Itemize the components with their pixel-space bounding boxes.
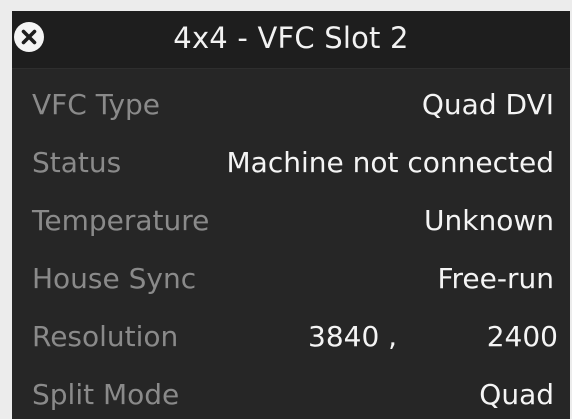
split-mode-label: Split Mode <box>32 378 180 411</box>
title-bar: 4x4 - VFC Slot 2 <box>12 11 570 69</box>
resolution-height-value: 2400 <box>486 320 558 353</box>
temperature-value: Unknown <box>424 204 554 237</box>
resolution-width-value: 3840 , <box>308 320 398 353</box>
status-value: Machine not connected <box>226 146 554 179</box>
house-sync-label: House Sync <box>32 262 197 295</box>
vfc-type-row: VFC Type Quad DVI <box>12 80 570 130</box>
status-label: Status <box>32 146 122 179</box>
split-mode-row: Split Mode Quad <box>12 370 570 419</box>
temperature-label: Temperature <box>32 204 210 237</box>
panel-title: 4x4 - VFC Slot 2 <box>173 21 409 55</box>
close-button[interactable] <box>14 22 44 52</box>
temperature-row: Temperature Unknown <box>12 196 570 246</box>
vfc-type-value: Quad DVI <box>421 88 554 121</box>
resolution-row: Resolution 3840 , 2400 <box>12 312 570 362</box>
house-sync-row: House Sync Free-run <box>12 254 570 304</box>
close-icon <box>21 29 37 45</box>
vfc-slot-panel: 4x4 - VFC Slot 2 VFC Type Quad DVI Statu… <box>12 11 570 419</box>
resolution-label: Resolution <box>32 320 179 353</box>
status-row: Status Machine not connected <box>12 138 570 188</box>
split-mode-value: Quad <box>479 378 554 411</box>
vfc-type-label: VFC Type <box>32 88 161 121</box>
house-sync-value: Free-run <box>437 262 554 295</box>
